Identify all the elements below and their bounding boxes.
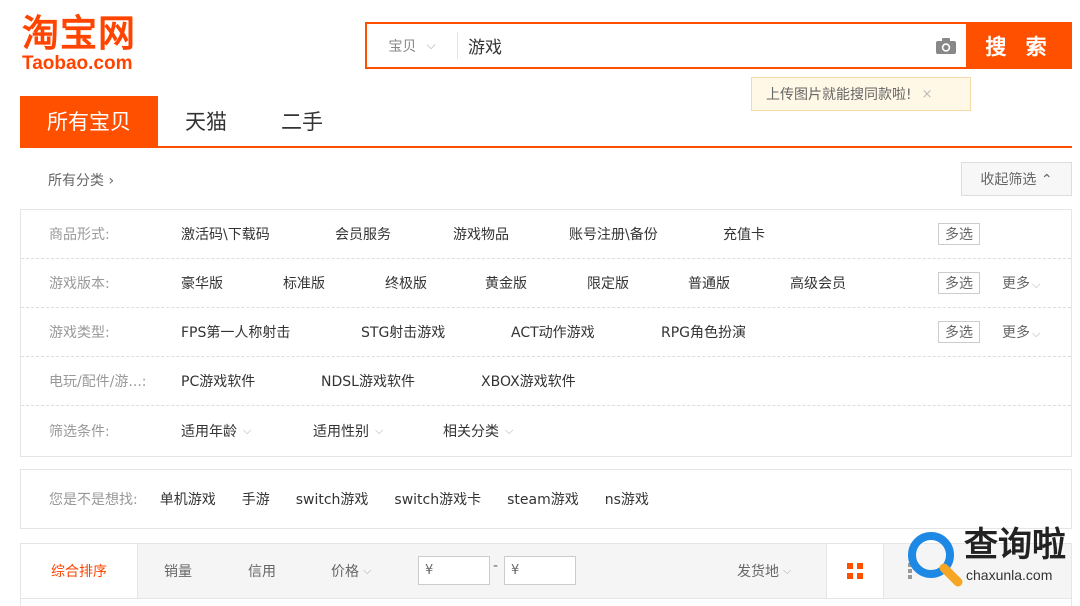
watermark-url: chaxunla.com xyxy=(966,567,1053,583)
chevron-down-icon: ⌵ xyxy=(243,423,252,437)
chevron-down-icon: ⌵ xyxy=(1032,278,1041,291)
filter-option[interactable]: STG射击游戏 xyxy=(361,308,445,356)
sort-price[interactable]: 价格 ⌵ xyxy=(331,544,371,598)
filter-option[interactable]: 黄金版 xyxy=(485,259,527,307)
filter-option[interactable]: 游戏物品 xyxy=(453,210,509,258)
grid-view-icon[interactable] xyxy=(826,544,884,598)
search-type-dropdown[interactable]: 宝贝 ⌵ xyxy=(367,24,457,67)
results-container-edge xyxy=(20,599,1072,606)
filter-option[interactable]: 会员服务 xyxy=(335,210,391,258)
category-dropdown[interactable]: 相关分类 ⌵ xyxy=(443,406,513,455)
logo-english: Taobao.com xyxy=(22,53,133,74)
more-button[interactable]: 更多 ⌵ xyxy=(1002,273,1040,293)
collapse-filters-button[interactable]: 收起筛选 ⌃ xyxy=(961,162,1072,196)
currency-symbol: ¥ xyxy=(511,563,520,578)
related-search-link[interactable]: steam游戏 xyxy=(507,489,579,509)
filter-row-version: 游戏版本: 豪华版 标准版 终极版 黄金版 限定版 普通版 高级会员 多选 更多… xyxy=(21,259,1071,308)
taobao-logo[interactable]: 淘宝网 Taobao.com xyxy=(22,14,136,74)
watermark-text: 查询啦 xyxy=(964,525,1066,565)
price-range-dash: - xyxy=(493,558,499,574)
more-label: 更多 xyxy=(1002,325,1030,341)
price-min-input[interactable]: ¥ xyxy=(418,556,490,585)
sort-sales[interactable]: 销量 xyxy=(164,544,192,598)
filter-label: 游戏版本: xyxy=(49,276,110,292)
dropdown-label: 相关分类 xyxy=(443,423,499,440)
related-searches-label: 您是不是想找: xyxy=(49,492,138,508)
chevron-down-icon: ⌵ xyxy=(426,38,436,52)
filter-row-form: 商品形式: 激活码\下载码 会员服务 游戏物品 账号注册\备份 充值卡 多选 xyxy=(21,210,1071,259)
chevron-down-icon: ⌵ xyxy=(363,564,372,577)
filter-label: 商品形式: xyxy=(49,227,110,243)
filter-label: 筛选条件: xyxy=(49,423,110,440)
camera-icon[interactable] xyxy=(926,24,966,67)
ship-from-label: 发货地 xyxy=(737,564,779,580)
search-input[interactable] xyxy=(458,24,926,67)
watermark: 查询啦 chaxunla.com xyxy=(902,524,1077,590)
multi-select-button[interactable]: 多选 xyxy=(938,321,980,343)
filter-row-conditions: 筛选条件: 适用年龄 ⌵ 适用性别 ⌵ 相关分类 ⌵ xyxy=(21,406,1071,455)
currency-symbol: ¥ xyxy=(425,563,434,578)
filter-option[interactable]: ACT动作游戏 xyxy=(511,308,595,356)
multi-select-button[interactable]: 多选 xyxy=(938,223,980,245)
price-max-input[interactable]: ¥ xyxy=(504,556,576,585)
more-label: 更多 xyxy=(1002,276,1030,292)
chevron-down-icon: ⌵ xyxy=(783,564,792,577)
filter-option[interactable]: 豪华版 xyxy=(181,259,223,307)
related-searches: 您是不是想找: 单机游戏 手游 switch游戏 switch游戏卡 steam… xyxy=(20,469,1072,529)
search-tabs: 所有宝贝 天猫 二手 xyxy=(20,96,1072,148)
filter-option[interactable]: 普通版 xyxy=(688,259,730,307)
tab-all-items[interactable]: 所有宝贝 xyxy=(20,96,158,146)
filter-option[interactable]: NDSL游戏软件 xyxy=(321,357,415,405)
chevron-down-icon: ⌵ xyxy=(375,423,384,437)
related-search-link[interactable]: 单机游戏 xyxy=(160,489,216,509)
age-dropdown[interactable]: 适用年龄 ⌵ xyxy=(181,406,251,455)
filter-option[interactable]: FPS第一人称射击 xyxy=(181,308,290,356)
logo-chinese: 淘宝网 xyxy=(22,12,136,55)
related-search-link[interactable]: switch游戏 xyxy=(296,489,369,509)
breadcrumb[interactable]: 所有分类 › xyxy=(48,170,114,190)
filter-option[interactable]: 账号注册\备份 xyxy=(569,210,658,258)
filter-option[interactable]: 限定版 xyxy=(587,259,629,307)
filter-option[interactable]: PC游戏软件 xyxy=(181,357,255,405)
filter-option[interactable]: 激活码\下载码 xyxy=(181,210,270,258)
related-search-link[interactable]: ns游戏 xyxy=(605,489,649,509)
search-bar: 宝贝 ⌵ 搜 索 xyxy=(365,22,1072,69)
ship-from-dropdown[interactable]: 发货地 ⌵ xyxy=(737,544,791,598)
search-type-label: 宝贝 xyxy=(388,38,417,55)
related-search-link[interactable]: switch游戏卡 xyxy=(394,489,481,509)
related-search-link[interactable]: 手游 xyxy=(242,489,270,509)
sort-price-label: 价格 xyxy=(331,564,359,580)
filter-option[interactable]: XBOX游戏软件 xyxy=(481,357,576,405)
filter-row-genre: 游戏类型: FPS第一人称射击 STG射击游戏 ACT动作游戏 RPG角色扮演 … xyxy=(21,308,1071,357)
gender-dropdown[interactable]: 适用性别 ⌵ xyxy=(313,406,383,455)
dropdown-label: 适用年龄 xyxy=(181,423,237,440)
filter-row-console: 电玩/配件/游...: PC游戏软件 NDSL游戏软件 XBOX游戏软件 xyxy=(21,357,1071,406)
sort-credit[interactable]: 信用 xyxy=(248,544,276,598)
filter-option[interactable]: 高级会员 xyxy=(790,259,846,307)
filter-option[interactable]: 终极版 xyxy=(385,259,427,307)
chevron-down-icon: ⌵ xyxy=(1032,327,1041,340)
chevron-down-icon: ⌵ xyxy=(505,423,514,437)
search-button[interactable]: 搜 索 xyxy=(966,22,1072,69)
filter-label: 游戏类型: xyxy=(49,325,110,341)
tab-secondhand[interactable]: 二手 xyxy=(254,96,350,146)
sort-default[interactable]: 综合排序 xyxy=(21,544,138,598)
filter-option[interactable]: 充值卡 xyxy=(723,210,765,258)
search-icon xyxy=(908,532,963,587)
filter-option[interactable]: 标准版 xyxy=(283,259,325,307)
more-button[interactable]: 更多 ⌵ xyxy=(1002,322,1040,342)
filter-option[interactable]: RPG角色扮演 xyxy=(661,308,746,356)
filter-label: 电玩/配件/游...: xyxy=(49,374,147,390)
filter-panel: 商品形式: 激活码\下载码 会员服务 游戏物品 账号注册\备份 充值卡 多选 游… xyxy=(20,209,1072,457)
dropdown-label: 适用性别 xyxy=(313,423,369,440)
multi-select-button[interactable]: 多选 xyxy=(938,272,980,294)
tab-tmall[interactable]: 天猫 xyxy=(158,96,254,146)
